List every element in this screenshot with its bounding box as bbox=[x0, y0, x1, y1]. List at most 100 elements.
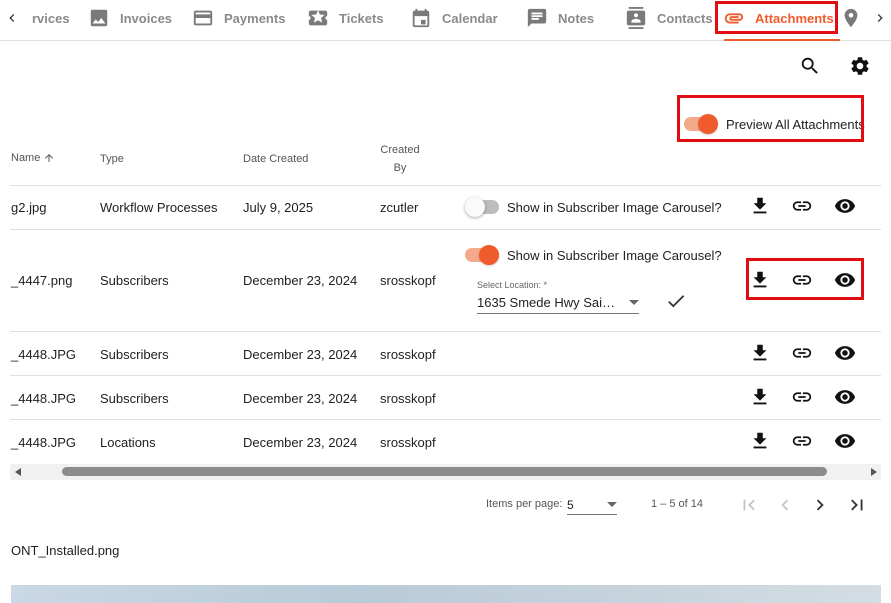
row-3-download-button[interactable] bbox=[748, 385, 772, 409]
row-4-name: _4448.JPG bbox=[11, 435, 77, 450]
row-4-download-button[interactable] bbox=[748, 429, 772, 453]
row-0-name: g2.jpg bbox=[11, 200, 47, 215]
tab-tickets[interactable]: Tickets bbox=[307, 0, 384, 36]
row-1-download-button[interactable] bbox=[748, 268, 772, 292]
row-divider bbox=[10, 375, 881, 376]
notes-icon bbox=[527, 8, 547, 28]
row-4-preview-button[interactable] bbox=[833, 429, 857, 453]
chevron-left-icon bbox=[9, 14, 15, 22]
tab-attachments[interactable]: Attachments bbox=[723, 0, 834, 36]
tab-services[interactable]: rvices bbox=[32, 0, 70, 36]
header-created-by[interactable]: Created By bbox=[378, 141, 422, 177]
row-3-date: December 23, 2024 bbox=[243, 391, 358, 406]
header-date-created[interactable]: Date Created bbox=[243, 153, 308, 165]
row-1-type: Subscribers bbox=[100, 273, 169, 288]
active-tab-indicator bbox=[724, 39, 840, 41]
tab-notes-label: Notes bbox=[558, 10, 595, 26]
download-icon bbox=[753, 432, 767, 449]
row-3-created-by: srosskopf bbox=[380, 391, 436, 406]
tab-payments[interactable]: Payments bbox=[192, 0, 285, 36]
tab-contacts[interactable]: Contacts bbox=[625, 0, 713, 36]
row-0-link-button[interactable] bbox=[790, 194, 814, 218]
tab-calendar[interactable]: Calendar bbox=[410, 0, 498, 36]
first-page-button[interactable] bbox=[737, 493, 761, 517]
scroll-tabs-right-button[interactable] bbox=[872, 7, 888, 29]
scroll-right-arrow-icon[interactable] bbox=[871, 468, 877, 476]
row-0-type: Workflow Processes bbox=[100, 200, 218, 215]
tab-notes[interactable]: Notes bbox=[526, 0, 594, 36]
tab-locations[interactable] bbox=[840, 0, 862, 36]
tab-invoices-label: Invoices bbox=[120, 10, 173, 26]
contacts-icon bbox=[626, 7, 646, 29]
row-1-carousel-switch[interactable] bbox=[465, 245, 499, 265]
select-location-dropdown[interactable]: 1635 Smede Hwy Saint ... bbox=[477, 292, 639, 314]
link-icon bbox=[792, 348, 812, 358]
row-3-name: _4448.JPG bbox=[11, 391, 77, 406]
preview-image[interactable] bbox=[11, 585, 881, 603]
row-4-link-button[interactable] bbox=[790, 429, 814, 453]
row-3-link-button[interactable] bbox=[790, 385, 814, 409]
confirm-location-button[interactable] bbox=[664, 289, 688, 313]
tab-services-label: rvices bbox=[32, 10, 70, 26]
row-1-carousel-label: Show in Subscriber Image Carousel? bbox=[507, 247, 722, 263]
row-0-carousel-switch[interactable] bbox=[465, 197, 499, 217]
link-icon bbox=[792, 392, 812, 402]
tab-calendar-label: Calendar bbox=[442, 10, 498, 26]
preview-file-name: ONT_Installed.png bbox=[11, 543, 120, 558]
page-size-select[interactable]: 5 bbox=[567, 495, 617, 515]
row-0-preview-button[interactable] bbox=[833, 194, 857, 218]
download-icon bbox=[753, 271, 767, 288]
paperclip-icon bbox=[724, 13, 744, 24]
row-divider bbox=[10, 185, 881, 186]
row-3-type: Subscribers bbox=[100, 391, 169, 406]
scroll-left-arrow-icon[interactable] bbox=[15, 468, 21, 476]
row-4-date: December 23, 2024 bbox=[243, 435, 358, 450]
eye-icon bbox=[834, 273, 856, 287]
ticket-icon bbox=[308, 10, 328, 26]
row-2-created-by: srosskopf bbox=[380, 347, 436, 362]
preview-all-label: Preview All Attachments bbox=[726, 116, 865, 132]
items-per-page-label: Items per page: bbox=[486, 498, 563, 510]
row-2-link-button[interactable] bbox=[790, 341, 814, 365]
preview-all-switch[interactable] bbox=[684, 114, 718, 134]
image-icon bbox=[90, 9, 108, 27]
credit-card-icon bbox=[193, 10, 213, 26]
row-1-carousel-toggle[interactable]: Show in Subscriber Image Carousel? bbox=[465, 245, 722, 265]
row-0-date: July 9, 2025 bbox=[243, 200, 314, 215]
settings-button[interactable] bbox=[846, 52, 874, 80]
row-1-preview-button[interactable] bbox=[833, 268, 857, 292]
row-divider bbox=[10, 229, 881, 230]
scroll-tabs-left-button[interactable] bbox=[4, 7, 20, 29]
scrollbar-thumb[interactable] bbox=[62, 467, 827, 476]
chevron-right-icon bbox=[877, 14, 883, 22]
preview-all-toggle[interactable]: Preview All Attachments bbox=[684, 114, 865, 134]
eye-icon bbox=[834, 434, 856, 448]
link-icon bbox=[792, 436, 812, 446]
row-2-download-button[interactable] bbox=[748, 341, 772, 365]
chevron-down-icon bbox=[629, 300, 639, 305]
search-button[interactable] bbox=[796, 52, 824, 80]
row-3-preview-button[interactable] bbox=[833, 385, 857, 409]
header-name[interactable]: Name bbox=[11, 152, 55, 164]
tab-invoices[interactable]: Invoices bbox=[88, 0, 172, 36]
row-1-name: _4447.png bbox=[11, 273, 73, 288]
chevron-down-icon bbox=[607, 502, 617, 507]
row-1-link-button[interactable] bbox=[790, 268, 814, 292]
row-divider bbox=[10, 419, 881, 420]
last-page-button[interactable] bbox=[845, 493, 869, 517]
check-icon bbox=[668, 295, 685, 308]
tab-contacts-label: Contacts bbox=[657, 10, 713, 26]
row-0-carousel-toggle[interactable]: Show in Subscriber Image Carousel? bbox=[465, 197, 722, 217]
chevron-right-icon bbox=[816, 499, 824, 511]
header-created-by-line1: Created bbox=[380, 144, 420, 156]
row-0-download-button[interactable] bbox=[748, 194, 772, 218]
next-page-button[interactable] bbox=[808, 493, 832, 517]
location-pin-icon bbox=[844, 8, 858, 28]
page-size-value: 5 bbox=[567, 497, 574, 512]
row-2-preview-button[interactable] bbox=[833, 341, 857, 365]
previous-page-button[interactable] bbox=[773, 493, 797, 517]
download-icon bbox=[753, 388, 767, 405]
header-type[interactable]: Type bbox=[100, 153, 124, 165]
last-page-icon bbox=[851, 499, 863, 511]
row-2-date: December 23, 2024 bbox=[243, 347, 358, 362]
